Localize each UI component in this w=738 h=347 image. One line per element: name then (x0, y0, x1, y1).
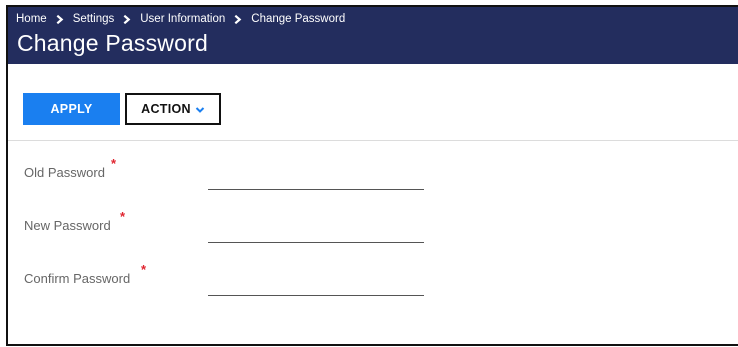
required-marker: * (111, 156, 117, 171)
action-dropdown-button[interactable]: ACTION (125, 93, 221, 125)
new-password-label: New Password (24, 218, 111, 233)
toolbar: APPLY ACTION (8, 64, 738, 141)
new-password-input[interactable] (208, 221, 424, 243)
chevron-right-icon (234, 14, 242, 24)
confirm-password-input[interactable] (208, 274, 424, 296)
breadcrumb-user-information[interactable]: User Information (140, 13, 225, 25)
confirm-password-label: Confirm Password (24, 271, 131, 286)
old-password-input[interactable] (208, 168, 424, 190)
required-marker: * (141, 262, 147, 277)
page-title: Change Password (17, 30, 208, 56)
required-marker: * (120, 209, 126, 224)
apply-button[interactable]: APPLY (23, 93, 120, 125)
breadcrumb-settings[interactable]: Settings (73, 13, 115, 25)
page-header: Home Settings User Information Change Pa… (8, 7, 738, 64)
breadcrumb-change-password: Change Password (251, 13, 346, 25)
chevron-right-icon (123, 14, 131, 24)
action-button-label: ACTION (141, 102, 191, 116)
change-password-panel: Home Settings User Information Change Pa… (6, 5, 738, 346)
chevron-down-icon (195, 106, 205, 113)
breadcrumb: Home Settings User Information Change Pa… (16, 13, 345, 25)
old-password-label: Old Password (24, 165, 105, 180)
breadcrumb-home[interactable]: Home (16, 13, 47, 25)
chevron-right-icon (56, 14, 64, 24)
